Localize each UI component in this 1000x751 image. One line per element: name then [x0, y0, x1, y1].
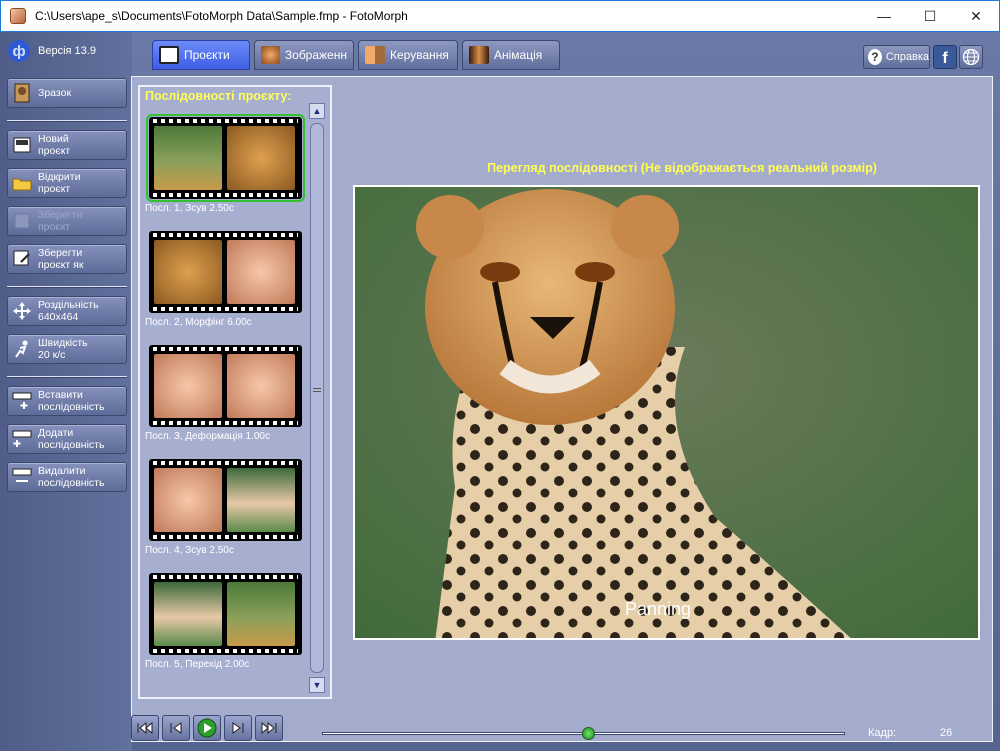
divider: [7, 376, 127, 378]
folder-icon: [12, 173, 32, 193]
sequence-panel-header: Послідовності проєкту:: [145, 89, 292, 103]
new-project-icon: [12, 135, 32, 155]
window-title: C:\Users\ape_s\Documents\FotoMorph Data\…: [35, 9, 408, 23]
work-area: Послідовності проєкту: Посл. 1, Зсув 2.5…: [131, 76, 993, 742]
help-button[interactable]: ? Справка: [863, 45, 930, 69]
control-tab-icon: [365, 46, 385, 64]
save-project-as-button[interactable]: Зберегти проєкт як: [7, 244, 127, 274]
scroll-track[interactable]: [310, 123, 324, 673]
play-icon[interactable]: [193, 715, 221, 741]
rewind-to-start-icon[interactable]: [131, 715, 159, 741]
animation-tab-icon: [469, 46, 489, 64]
projects-tab-icon: [159, 46, 179, 64]
tab-projects-label: Проєкти: [184, 48, 230, 62]
main-tabs: Проєкти Зображенн Керування Анімація: [152, 40, 564, 70]
playback-controls: [131, 715, 286, 741]
preview-title: Перегляд послідовності (Не відображаєтьс…: [487, 161, 877, 175]
sequence-preview[interactable]: Panning: [353, 185, 980, 640]
insert-sequence-button[interactable]: Вставити послідовність: [7, 386, 127, 416]
next-frame-icon[interactable]: [224, 715, 252, 741]
sample-button[interactable]: Зразок: [7, 78, 127, 108]
disk-icon: [12, 211, 32, 231]
frame-value: 26: [940, 727, 953, 739]
app-window: ф Версія 13.9 Зразок Новий проєкт Відкри…: [0, 32, 1000, 751]
sequence-thumbnail[interactable]: [149, 459, 302, 541]
new-project-button[interactable]: Новий проєкт: [7, 130, 127, 160]
facebook-icon[interactable]: f: [933, 45, 957, 69]
resolution-label: Роздільність 640x464: [38, 299, 99, 323]
sequence-label: Посл. 2, Морфінг 6.00с: [145, 317, 252, 328]
scroll-up-icon[interactable]: ▲: [309, 103, 325, 119]
previous-frame-icon[interactable]: [162, 715, 190, 741]
save-project-button[interactable]: Зберегти проєкт: [7, 206, 127, 236]
question-icon: ?: [868, 49, 882, 65]
tab-animation-label: Анімація: [494, 48, 543, 62]
delete-sequence-icon: [12, 467, 32, 487]
tab-images-label: Зображенн: [284, 48, 347, 62]
sample-icon: [12, 83, 32, 103]
insert-sequence-label: Вставити послідовність: [38, 389, 105, 413]
left-panel: ф Версія 13.9 Зразок Новий проєкт Відкри…: [0, 32, 132, 751]
tab-images[interactable]: Зображенн: [254, 40, 354, 70]
close-button[interactable]: ✕: [953, 1, 999, 31]
sequence-label: Посл. 4, Зсув 2.50с: [145, 545, 234, 556]
app-icon: [10, 8, 26, 24]
speed-button[interactable]: Швидкість 20 к/с: [7, 334, 127, 364]
globe-icon[interactable]: [959, 45, 983, 69]
sequence-label: Посл. 3, Деформація 1.00с: [145, 431, 270, 442]
tab-projects[interactable]: Проєкти: [152, 40, 250, 70]
divider: [7, 120, 127, 122]
divider: [7, 286, 127, 288]
add-sequence-button[interactable]: Додати послідовність: [7, 424, 127, 454]
add-sequence-label: Додати послідовність: [38, 427, 105, 451]
fotomorph-logo-icon: ф: [8, 40, 30, 62]
sequence-label: Посл. 1, Зсув 2.50с: [145, 203, 234, 214]
minimize-button[interactable]: —: [861, 1, 907, 31]
delete-sequence-button[interactable]: Видалити послідовність: [7, 462, 127, 492]
sequence-thumbnail[interactable]: [149, 573, 302, 655]
move-arrows-icon: [12, 301, 32, 321]
sequence-label: Посл. 5, Перехід 2.00с: [145, 659, 250, 670]
tab-control[interactable]: Керування: [358, 40, 458, 70]
open-project-label: Відкрити проєкт: [38, 171, 81, 195]
frame-label: Кадр:: [868, 727, 897, 739]
scroll-down-icon[interactable]: ▼: [309, 677, 325, 693]
add-sequence-icon: [12, 429, 32, 449]
sequence-thumbnail[interactable]: [146, 114, 305, 202]
tab-control-label: Керування: [390, 48, 449, 62]
images-tab-icon: [261, 46, 280, 64]
preview-overlay-text: Panning: [625, 599, 692, 619]
resolution-button[interactable]: Роздільність 640x464: [7, 296, 127, 326]
maximize-button[interactable]: ☐: [907, 1, 953, 31]
version-info: ф Версія 13.9: [8, 40, 96, 62]
sample-label: Зразок: [38, 87, 72, 99]
sequence-thumbnail[interactable]: [149, 345, 302, 427]
sequence-panel: Послідовності проєкту: Посл. 1, Зсув 2.5…: [138, 85, 332, 699]
forward-to-end-icon[interactable]: [255, 715, 283, 741]
help-label: Справка: [885, 51, 929, 63]
save-project-as-label: Зберегти проєкт як: [38, 247, 84, 271]
title-bar: C:\Users\ape_s\Documents\FotoMorph Data\…: [0, 0, 1000, 32]
save-as-icon: [12, 249, 32, 269]
insert-sequence-icon: [12, 391, 32, 411]
frame-slider-thumb[interactable]: [582, 727, 596, 740]
sequence-thumbnail[interactable]: [149, 231, 302, 313]
frame-slider[interactable]: [322, 727, 845, 740]
speed-label: Швидкість 20 к/с: [38, 337, 88, 361]
tab-animation[interactable]: Анімація: [462, 40, 560, 70]
open-project-button[interactable]: Відкрити проєкт: [7, 168, 127, 198]
save-project-label: Зберегти проєкт: [38, 209, 83, 233]
delete-sequence-label: Видалити послідовність: [38, 465, 105, 489]
sequence-scrollbar[interactable]: ▲ ▼: [309, 103, 325, 693]
runner-icon: [12, 339, 32, 359]
version-label: Версія 13.9: [38, 45, 96, 57]
cheetah-image: [355, 187, 978, 638]
new-project-label: Новий проєкт: [38, 133, 71, 157]
